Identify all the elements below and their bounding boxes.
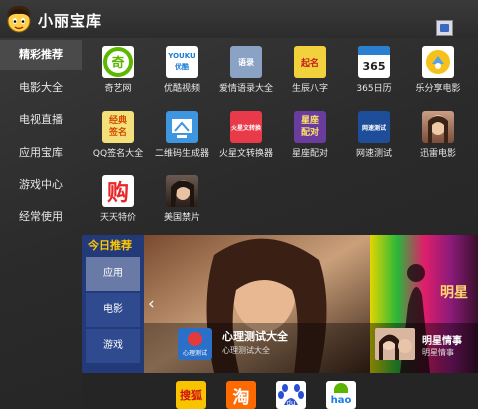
zodiac-icon: 星座 配对 [294, 111, 326, 143]
app-label: 火星文转换器 [218, 149, 273, 159]
signature-icon: 经典 签名 [102, 111, 134, 143]
app-item-us-movies[interactable]: 美国禁片 [149, 170, 215, 232]
app-item-love-quotes[interactable]: 语录 爱情语录大全 [213, 41, 279, 103]
app-label: 爱情语录大全 [218, 84, 273, 94]
today-games-button[interactable]: 游戏 [86, 329, 140, 363]
svg-text:du: du [287, 399, 296, 407]
app-label: 优酷视频 [163, 84, 200, 94]
app-item-youku[interactable]: YOUKU 优酷 优酷视频 [149, 41, 215, 103]
banner-title-psych: 心理测试大全 [222, 330, 288, 343]
app-label: 365日历 [356, 84, 392, 94]
speedometer-icon: 网速测试 [358, 111, 390, 143]
app-label: QQ签名大全 [92, 149, 144, 159]
taobao-icon[interactable]: 淘 [226, 381, 256, 409]
logo-icon [7, 6, 31, 33]
sidebar-item-games[interactable]: 游戏中心 [0, 170, 82, 200]
sohu-icon[interactable]: 搜狐 [176, 381, 206, 409]
app-label: 天天特价 [99, 213, 136, 223]
app-label: 二维码生成器 [154, 149, 209, 159]
app-item-xunlei-movie[interactable]: 迅雷电影 [405, 106, 471, 168]
calendar-chart-icon: 起名 [294, 46, 326, 78]
sidebar: 精彩推荐 电影大全 电视直播 应用宝库 游戏中心 经常使用 [0, 40, 82, 409]
app-title: 小丽宝库 [38, 12, 103, 30]
celebrity-side-text: 明星 [440, 285, 468, 301]
today-apps-button[interactable]: 应用 [86, 257, 140, 291]
app-item-qq-signature[interactable]: 经典 签名 QQ签名大全 [85, 106, 151, 168]
movie-thumbnail-icon [422, 111, 454, 143]
celebrity-thumbnail-icon[interactable] [375, 328, 415, 360]
shopping-icon: 购 [102, 175, 134, 207]
sidebar-item-apps[interactable]: 应用宝库 [0, 138, 82, 168]
sidebar-item-featured[interactable]: 精彩推荐 [0, 40, 82, 70]
banner-title-celebrity: 明星情事 [422, 336, 462, 347]
window-button[interactable] [436, 20, 453, 36]
app-window: 小丽宝库 精彩推荐 电影大全 电视直播 应用宝库 游戏中心 经常使用 奇 奇艺网… [0, 0, 478, 409]
app-item-daily-deals[interactable]: 购 天天特价 [85, 170, 151, 232]
psych-test-icon: 心理测试 [178, 328, 212, 360]
qr-code-icon [166, 111, 198, 143]
title-bar: 小丽宝库 [0, 0, 478, 38]
calendar-icon: 365 [358, 46, 390, 78]
app-item-qiyi[interactable]: 奇 奇艺网 [85, 41, 151, 103]
app-label: 迅雷电影 [419, 149, 456, 159]
sidebar-item-movies[interactable]: 电影大全 [0, 73, 82, 103]
app-item-martian-text[interactable]: 火星文转换 火星文转换器 [213, 106, 279, 168]
app-item-share-movie[interactable]: 乐分享电影 [405, 41, 471, 103]
sidebar-item-frequent[interactable]: 经常使用 [0, 202, 82, 232]
app-label: 美国禁片 [163, 213, 200, 223]
app-item-birth-chart[interactable]: 起名 生辰八字 [277, 41, 343, 103]
text-convert-icon: 火星文转换 [230, 111, 262, 143]
window-icon [440, 24, 449, 32]
hao123-icon[interactable]: hao [326, 381, 356, 409]
movie-thumbnail-icon [166, 175, 198, 207]
banner-prev-arrow[interactable]: ‹ [148, 294, 155, 314]
qiyi-icon: 奇 [102, 46, 134, 78]
app-label: 生辰八字 [291, 84, 328, 94]
app-item-speed-test[interactable]: 网速测试 网速测试 [341, 106, 407, 168]
app-label: 奇艺网 [104, 84, 132, 94]
today-panel: 今日推荐 应用 电影 游戏 [82, 235, 144, 373]
share-icon [422, 46, 454, 78]
today-title: 今日推荐 [88, 239, 132, 252]
baidu-icon[interactable]: du [276, 381, 306, 409]
app-item-zodiac-match[interactable]: 星座 配对 星座配对 [277, 106, 343, 168]
app-label: 网速测试 [355, 149, 392, 159]
book-icon: 语录 [230, 46, 262, 78]
banner-subtitle-celebrity: 明星情事 [422, 348, 454, 357]
today-movies-button[interactable]: 电影 [86, 293, 140, 327]
app-item-calendar-365[interactable]: 365 365日历 [341, 41, 407, 103]
svg-text:奇: 奇 [111, 55, 124, 71]
youku-icon: YOUKU 优酷 [166, 46, 198, 78]
app-label: 乐分享电影 [415, 84, 461, 94]
banner-subtitle-psych: 心理测试大全 [222, 346, 270, 355]
app-label: 星座配对 [291, 149, 328, 159]
app-item-qr-generator[interactable]: 二维码生成器 [149, 106, 215, 168]
banner-caption-psych[interactable]: 心理测试 心理测试大全 心理测试大全 [178, 325, 368, 361]
sidebar-item-tv-live[interactable]: 电视直播 [0, 105, 82, 135]
